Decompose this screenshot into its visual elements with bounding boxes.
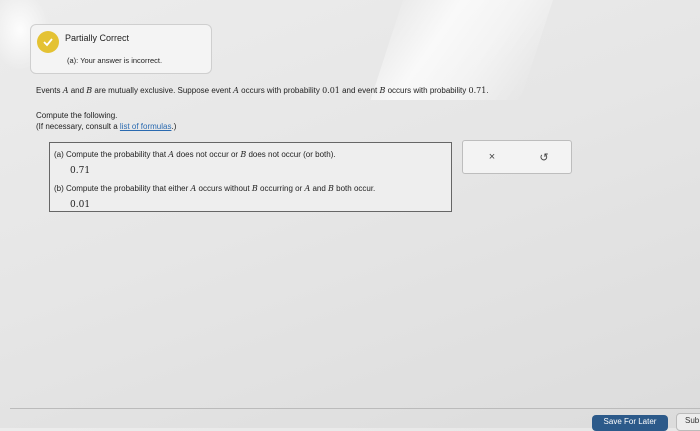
instructions-line: Compute the following.: [36, 111, 118, 120]
partial-check-icon: [37, 31, 59, 53]
status-card: Partially Correct (a): Your answer is in…: [30, 24, 212, 74]
instructions-line: (If necessary, consult a list of formula…: [36, 122, 177, 131]
status-title: Partially Correct: [65, 33, 130, 43]
undo-icon[interactable]: ↺: [535, 148, 553, 166]
part-b-question: (b) Compute the probability that either …: [54, 184, 376, 193]
formulas-link[interactable]: list of formulas: [120, 122, 172, 131]
part-a-answer-input[interactable]: 0.71: [70, 166, 90, 176]
clear-icon[interactable]: ×: [483, 148, 501, 166]
instructions: Compute the following. (If necessary, co…: [36, 110, 176, 132]
part-b-answer-input[interactable]: 0.01: [70, 200, 90, 210]
problem-statement: Events A and B are mutually exclusive. S…: [36, 86, 489, 95]
save-for-later-button[interactable]: Save For Later: [592, 415, 668, 431]
answer-tools: × ↺: [462, 140, 572, 174]
part-a-question: (a) Compute the probability that A does …: [54, 150, 336, 159]
answer-box: (a) Compute the probability that A does …: [49, 142, 452, 212]
status-detail: (a): Your answer is incorrect.: [67, 56, 163, 65]
submit-button[interactable]: Sub: [676, 413, 700, 431]
screen-glare: [370, 0, 560, 100]
footer-divider: [10, 408, 700, 409]
